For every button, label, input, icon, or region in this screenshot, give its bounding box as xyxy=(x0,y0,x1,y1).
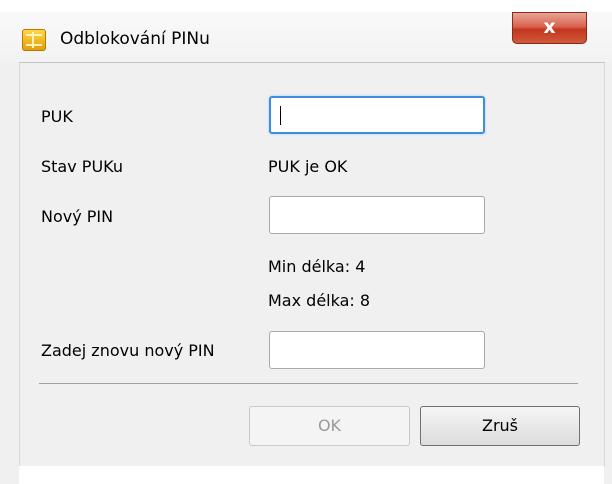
puk-status-value: PUK je OK xyxy=(268,157,348,176)
window-title: Odblokování PINu xyxy=(60,29,210,49)
close-button[interactable]: x xyxy=(512,12,587,44)
repeat-pin-input[interactable] xyxy=(269,331,485,369)
ok-button[interactable]: OK xyxy=(249,406,410,446)
smartcard-chip-icon xyxy=(22,29,46,51)
new-pin-label: Nový PIN xyxy=(41,207,114,226)
unblock-pin-dialog: Odblokování PINu x PUK Stav PUKu PUK je … xyxy=(0,0,612,484)
puk-input[interactable] xyxy=(269,96,485,134)
text-caret xyxy=(280,106,281,125)
footer-separator xyxy=(39,383,578,384)
close-icon: x xyxy=(543,16,556,38)
repeat-pin-label: Zadej znovu nový PIN xyxy=(41,341,215,360)
window-frame-top xyxy=(0,0,612,12)
new-pin-input[interactable] xyxy=(269,196,485,234)
chip-mid-decoration xyxy=(32,32,34,48)
title-bar[interactable]: Odblokování PINu x xyxy=(0,0,612,62)
min-length-hint: Min délka: 4 xyxy=(268,257,366,276)
max-length-hint: Max délka: 8 xyxy=(268,291,371,310)
chip-lines-decoration xyxy=(26,34,42,46)
cancel-button[interactable]: Zruš xyxy=(420,406,580,446)
puk-status-label: Stav PUKu xyxy=(41,157,123,176)
puk-label: PUK xyxy=(41,107,73,126)
window-frame-bottom xyxy=(19,466,604,484)
